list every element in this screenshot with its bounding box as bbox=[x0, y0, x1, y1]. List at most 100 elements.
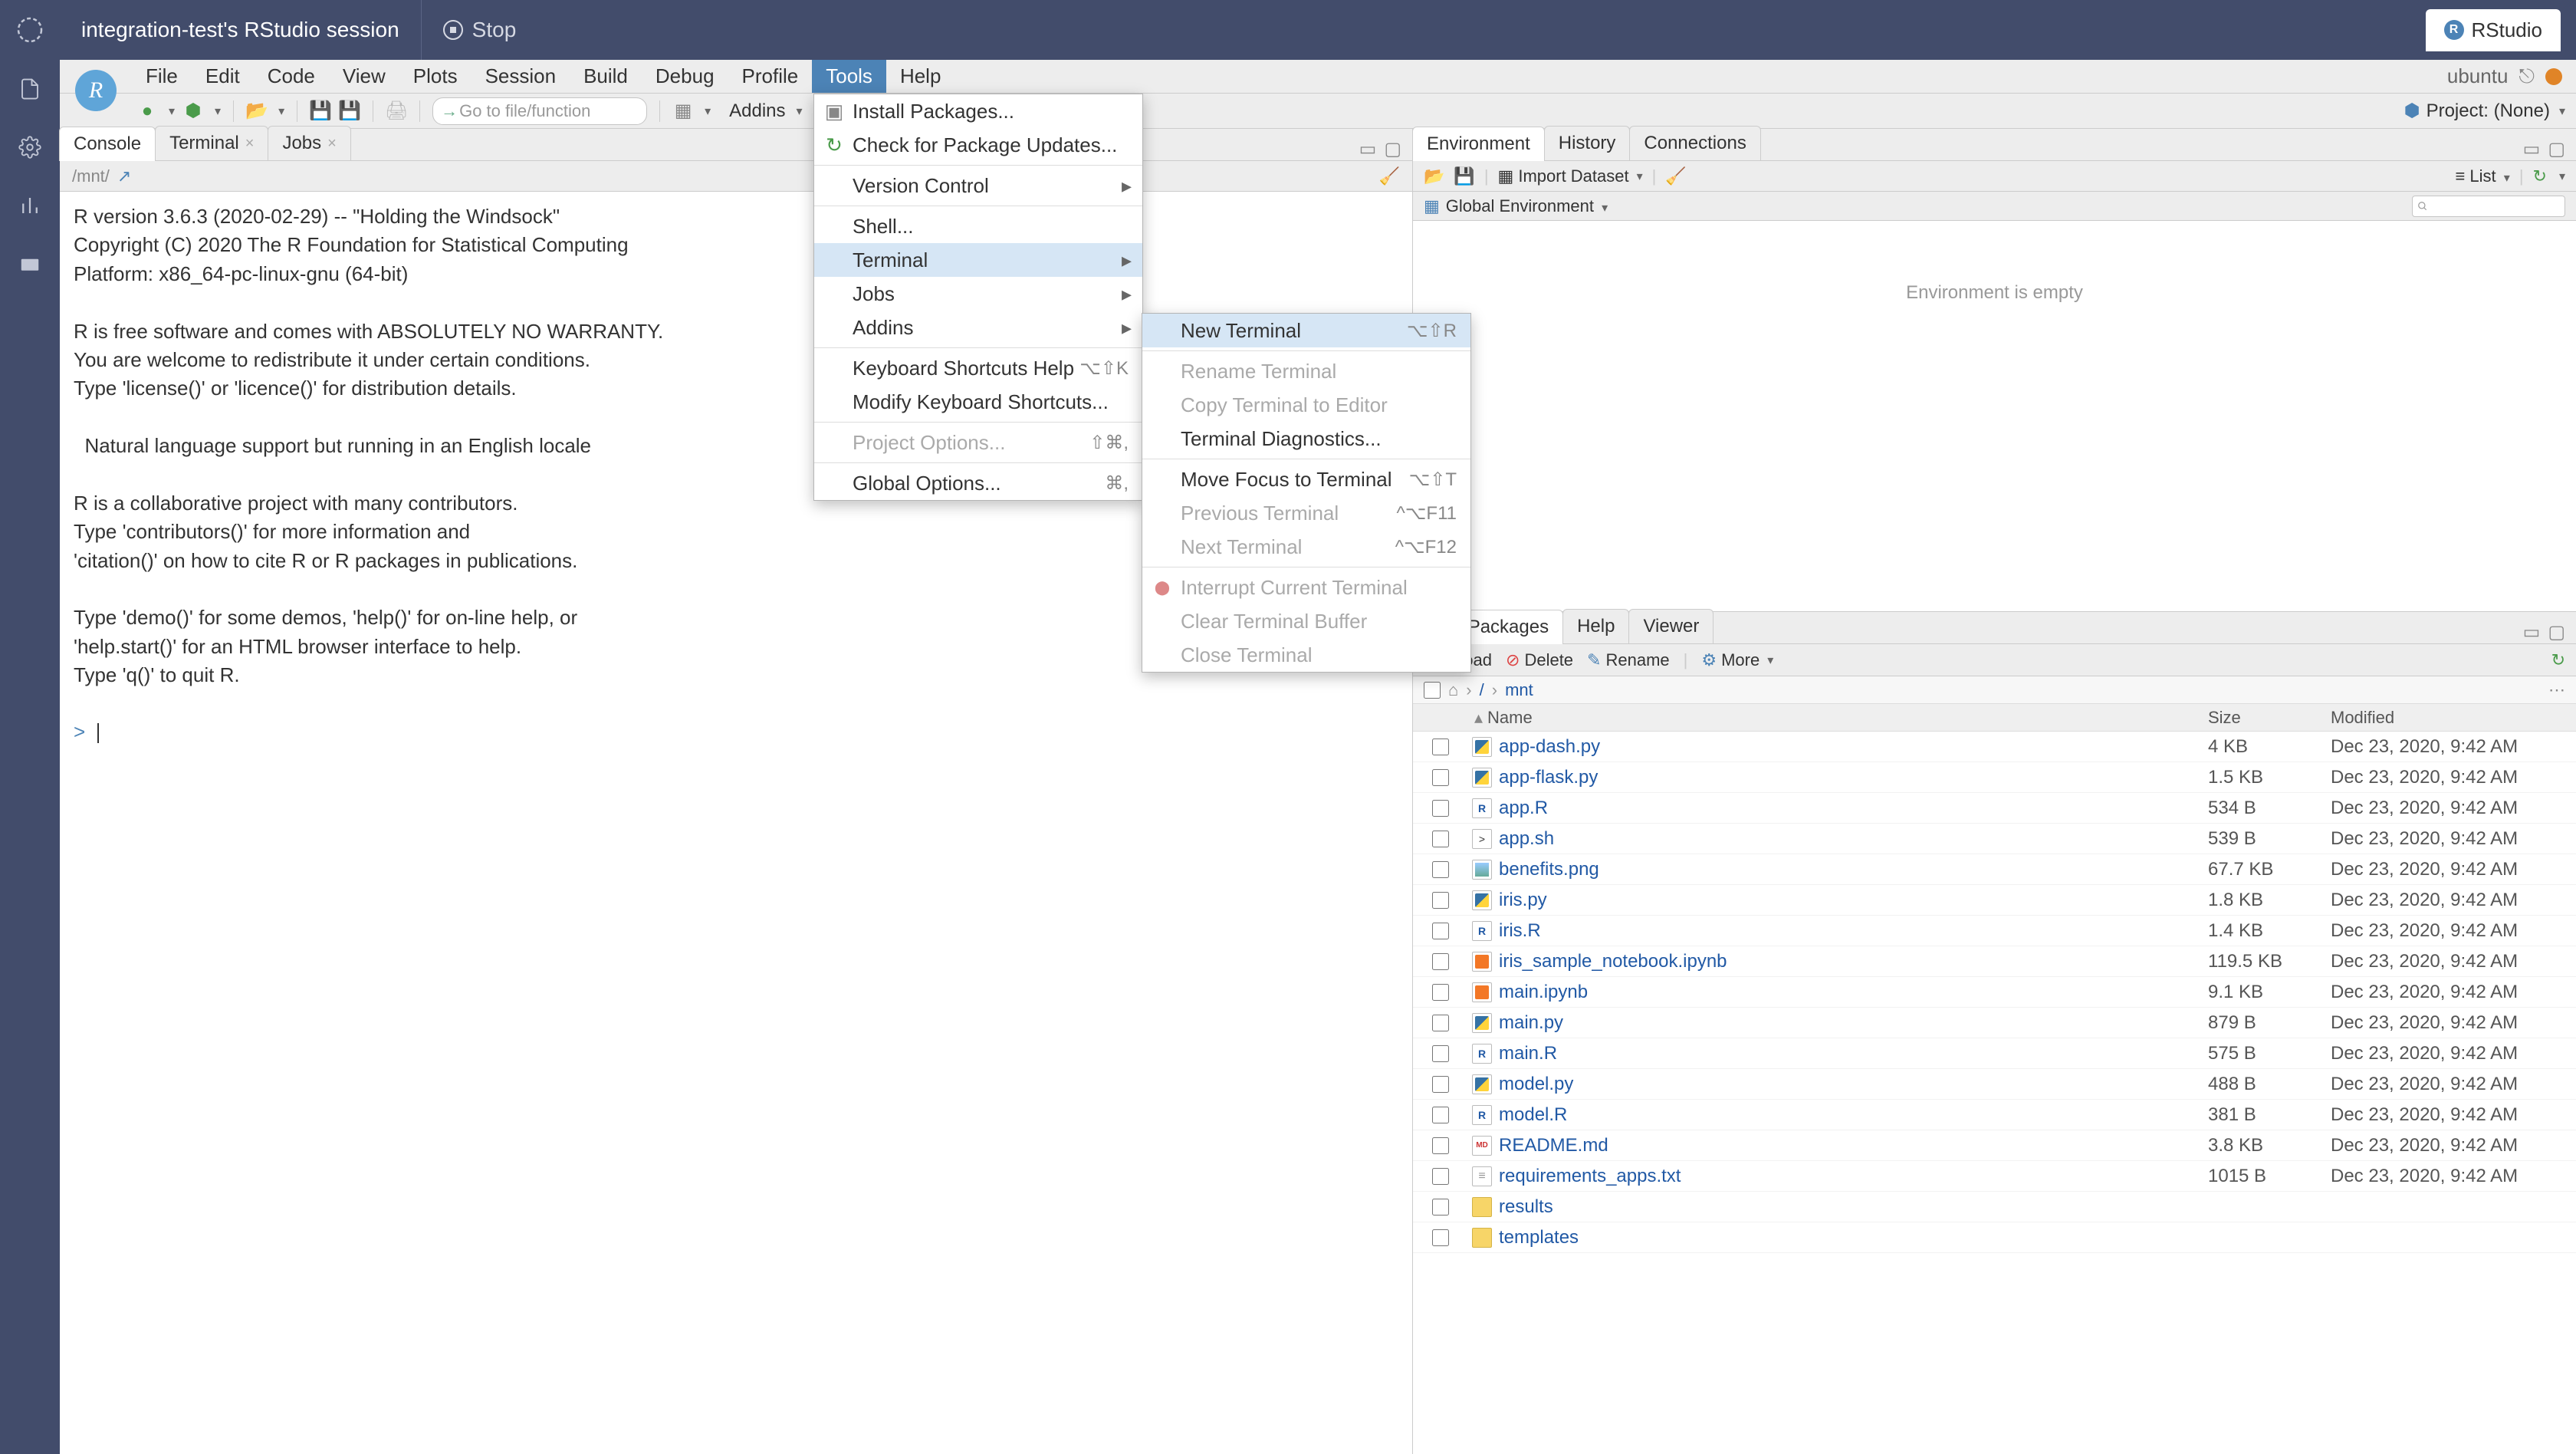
menu-tools[interactable]: Tools bbox=[812, 60, 886, 93]
menu-item[interactable]: Shell... bbox=[814, 209, 1142, 243]
file-checkbox[interactable] bbox=[1432, 892, 1449, 909]
file-row[interactable]: app-dash.py4 KBDec 23, 2020, 9:42 AM bbox=[1413, 732, 2576, 762]
path-options-icon[interactable]: ⋯ bbox=[2548, 680, 2565, 700]
file-row[interactable]: app-flask.py1.5 KBDec 23, 2020, 9:42 AM bbox=[1413, 762, 2576, 793]
file-name[interactable]: main.ipynb bbox=[1496, 982, 2208, 1003]
open-dir-icon[interactable]: ↗ bbox=[117, 166, 131, 186]
crumb-root[interactable]: / bbox=[1480, 680, 1484, 700]
file-row[interactable]: templates bbox=[1413, 1222, 2576, 1253]
logout-icon[interactable]: ⎋ bbox=[2518, 64, 2535, 89]
close-icon[interactable]: × bbox=[327, 135, 337, 153]
file-checkbox[interactable] bbox=[1432, 831, 1449, 847]
file-checkbox[interactable] bbox=[1432, 739, 1449, 755]
menu-session[interactable]: Session bbox=[472, 60, 570, 93]
home-icon[interactable]: ⌂ bbox=[1448, 680, 1458, 700]
menu-item[interactable]: Modify Keyboard Shortcuts... bbox=[814, 385, 1142, 419]
file-name[interactable]: app.R bbox=[1496, 798, 2208, 819]
file-checkbox[interactable] bbox=[1432, 1076, 1449, 1093]
file-name[interactable]: iris.R bbox=[1496, 920, 2208, 942]
refresh-files-icon[interactable]: ↻ bbox=[2551, 650, 2565, 670]
menu-edit[interactable]: Edit bbox=[192, 60, 254, 93]
file-checkbox[interactable] bbox=[1432, 1199, 1449, 1216]
col-size[interactable]: Size bbox=[2208, 708, 2331, 728]
file-row[interactable]: requirements_apps.txt1015 BDec 23, 2020,… bbox=[1413, 1161, 2576, 1192]
menu-item[interactable]: Keyboard Shortcuts Help⌥⇧K bbox=[814, 351, 1142, 385]
file-checkbox[interactable] bbox=[1432, 769, 1449, 786]
file-row[interactable]: main.py879 BDec 23, 2020, 9:42 AM bbox=[1413, 1008, 2576, 1038]
tab-help[interactable]: Help bbox=[1562, 609, 1629, 643]
file-row[interactable]: app.R534 BDec 23, 2020, 9:42 AM bbox=[1413, 793, 2576, 824]
file-row[interactable]: main.R575 BDec 23, 2020, 9:42 AM bbox=[1413, 1038, 2576, 1069]
file-name[interactable]: app.sh bbox=[1496, 828, 2208, 850]
load-workspace-icon[interactable]: 📂 bbox=[1424, 166, 1444, 186]
file-checkbox[interactable] bbox=[1432, 861, 1449, 878]
menu-item[interactable]: Jobs▸ bbox=[814, 277, 1142, 311]
file-checkbox[interactable] bbox=[1432, 1015, 1449, 1031]
file-row[interactable]: README.md3.8 KBDec 23, 2020, 9:42 AM bbox=[1413, 1130, 2576, 1161]
clear-env-icon[interactable]: 🧹 bbox=[1665, 166, 1686, 186]
gear-icon[interactable] bbox=[16, 133, 44, 161]
stats-icon[interactable] bbox=[16, 192, 44, 219]
col-modified[interactable]: Modified bbox=[2331, 708, 2576, 728]
file-name[interactable]: main.py bbox=[1496, 1012, 2208, 1034]
menu-item[interactable]: Version Control▸ bbox=[814, 169, 1142, 202]
file-row[interactable]: benefits.png67.7 KBDec 23, 2020, 9:42 AM bbox=[1413, 854, 2576, 885]
maximize-pane-icon[interactable]: ▢ bbox=[1384, 138, 1401, 160]
save-icon[interactable]: 💾 bbox=[310, 100, 331, 122]
file-name[interactable]: benefits.png bbox=[1496, 859, 2208, 880]
file-name[interactable]: iris.py bbox=[1496, 890, 2208, 911]
menu-view[interactable]: View bbox=[329, 60, 399, 93]
file-row[interactable]: iris_sample_notebook.ipynb119.5 KBDec 23… bbox=[1413, 946, 2576, 977]
file-name[interactable]: main.R bbox=[1496, 1043, 2208, 1064]
menu-item[interactable]: Move Focus to Terminal⌥⇧T bbox=[1142, 462, 1470, 496]
platform-logo-icon[interactable] bbox=[0, 15, 60, 45]
file-checkbox[interactable] bbox=[1432, 984, 1449, 1001]
file-row[interactable]: main.ipynb9.1 KBDec 23, 2020, 9:42 AM bbox=[1413, 977, 2576, 1008]
open-file-icon[interactable]: 📂 bbox=[246, 100, 268, 122]
addins-button[interactable]: Addins bbox=[729, 100, 785, 122]
rstudio-tab[interactable]: R RStudio bbox=[2426, 9, 2561, 51]
file-name[interactable]: results bbox=[1496, 1196, 2208, 1218]
file-row[interactable]: iris.py1.8 KBDec 23, 2020, 9:42 AM bbox=[1413, 885, 2576, 916]
new-project-icon[interactable]: ⬢ bbox=[182, 100, 204, 122]
menu-plots[interactable]: Plots bbox=[399, 60, 472, 93]
minimize-pane-icon[interactable]: ▭ bbox=[1359, 138, 1377, 160]
menu-build[interactable]: Build bbox=[570, 60, 642, 93]
new-file-icon[interactable]: ● bbox=[136, 100, 158, 122]
minimize-pane-icon[interactable]: ▭ bbox=[2523, 621, 2541, 643]
more-button[interactable]: ⚙More ▾ bbox=[1701, 650, 1773, 670]
file-row[interactable]: iris.R1.4 KBDec 23, 2020, 9:42 AM bbox=[1413, 916, 2576, 946]
file-checkbox[interactable] bbox=[1432, 1107, 1449, 1123]
crumb-dir[interactable]: mnt bbox=[1505, 680, 1533, 700]
file-name[interactable]: model.R bbox=[1496, 1104, 2208, 1126]
menu-item[interactable]: New Terminal⌥⇧R bbox=[1142, 314, 1470, 347]
menu-item[interactable]: Global Options...⌘, bbox=[814, 466, 1142, 500]
file-checkbox[interactable] bbox=[1432, 800, 1449, 817]
menu-file[interactable]: File bbox=[132, 60, 192, 93]
menu-item[interactable]: Addins▸ bbox=[814, 311, 1142, 344]
menu-profile[interactable]: Profile bbox=[728, 60, 813, 93]
select-all-checkbox[interactable] bbox=[1424, 682, 1441, 699]
list-view-button[interactable]: ≡ List ▾ bbox=[2455, 166, 2509, 186]
rename-button[interactable]: ✎Rename bbox=[1587, 650, 1670, 670]
stop-button[interactable]: Stop bbox=[422, 18, 538, 42]
tab-terminal[interactable]: Terminal× bbox=[155, 126, 268, 160]
file-checkbox[interactable] bbox=[1432, 1229, 1449, 1246]
file-name[interactable]: templates bbox=[1496, 1227, 2208, 1248]
import-dataset-button[interactable]: ▦ Import Dataset ▾ bbox=[1498, 166, 1643, 186]
menu-code[interactable]: Code bbox=[254, 60, 329, 93]
tab-console[interactable]: Console bbox=[59, 127, 156, 161]
folder-nav-icon[interactable] bbox=[16, 250, 44, 278]
file-checkbox[interactable] bbox=[1432, 1045, 1449, 1062]
save-workspace-icon[interactable]: 💾 bbox=[1454, 166, 1474, 186]
print-icon[interactable]: 🖨 bbox=[386, 100, 407, 122]
maximize-pane-icon[interactable]: ▢ bbox=[2548, 621, 2565, 643]
file-name[interactable]: app-flask.py bbox=[1496, 767, 2208, 788]
file-checkbox[interactable] bbox=[1432, 1168, 1449, 1185]
menu-item[interactable]: ▣Install Packages... bbox=[814, 94, 1142, 128]
refresh-icon[interactable]: ↻ bbox=[2533, 166, 2547, 186]
file-name[interactable]: iris_sample_notebook.ipynb bbox=[1496, 951, 2208, 972]
file-checkbox[interactable] bbox=[1432, 923, 1449, 939]
file-name[interactable]: model.py bbox=[1496, 1074, 2208, 1095]
grid-icon[interactable]: ▦ bbox=[672, 100, 694, 122]
